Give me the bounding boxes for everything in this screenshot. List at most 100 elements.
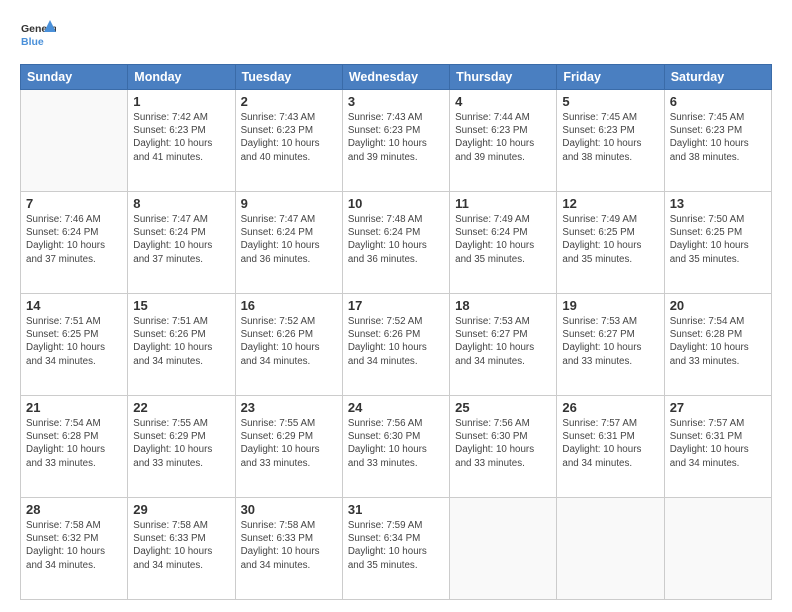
calendar-table: SundayMondayTuesdayWednesdayThursdayFrid… — [20, 64, 772, 600]
day-info: Sunrise: 7:49 AM Sunset: 6:24 PM Dayligh… — [455, 213, 551, 266]
calendar-cell: 23 Sunrise: 7:55 AM Sunset: 6:29 PM Dayli… — [235, 396, 342, 498]
day-number: 23 — [241, 400, 337, 415]
day-info: Sunrise: 7:55 AM Sunset: 6:29 PM Dayligh… — [241, 417, 337, 470]
day-info: Sunrise: 7:58 AM Sunset: 6:32 PM Dayligh… — [26, 519, 122, 572]
weekday-header-monday: Monday — [128, 65, 235, 90]
day-info: Sunrise: 7:45 AM Sunset: 6:23 PM Dayligh… — [562, 111, 658, 164]
weekday-header-saturday: Saturday — [664, 65, 771, 90]
day-number: 7 — [26, 196, 122, 211]
calendar-week-row: 7 Sunrise: 7:46 AM Sunset: 6:24 PM Daylig… — [21, 192, 772, 294]
day-number: 21 — [26, 400, 122, 415]
day-info: Sunrise: 7:51 AM Sunset: 6:25 PM Dayligh… — [26, 315, 122, 368]
day-number: 3 — [348, 94, 444, 109]
day-number: 20 — [670, 298, 766, 313]
day-info: Sunrise: 7:58 AM Sunset: 6:33 PM Dayligh… — [241, 519, 337, 572]
calendar-cell: 13 Sunrise: 7:50 AM Sunset: 6:25 PM Dayli… — [664, 192, 771, 294]
calendar-cell: 30 Sunrise: 7:58 AM Sunset: 6:33 PM Dayli… — [235, 498, 342, 600]
calendar-cell: 11 Sunrise: 7:49 AM Sunset: 6:24 PM Dayli… — [450, 192, 557, 294]
day-number: 13 — [670, 196, 766, 211]
calendar-week-row: 28 Sunrise: 7:58 AM Sunset: 6:32 PM Dayli… — [21, 498, 772, 600]
svg-text:Blue: Blue — [21, 36, 44, 48]
day-number: 27 — [670, 400, 766, 415]
calendar-cell: 18 Sunrise: 7:53 AM Sunset: 6:27 PM Dayli… — [450, 294, 557, 396]
calendar-cell: 14 Sunrise: 7:51 AM Sunset: 6:25 PM Dayli… — [21, 294, 128, 396]
day-number: 24 — [348, 400, 444, 415]
calendar-cell: 28 Sunrise: 7:58 AM Sunset: 6:32 PM Dayli… — [21, 498, 128, 600]
header: General Blue — [20, 18, 772, 54]
day-info: Sunrise: 7:54 AM Sunset: 6:28 PM Dayligh… — [670, 315, 766, 368]
day-number: 22 — [133, 400, 229, 415]
calendar-cell: 27 Sunrise: 7:57 AM Sunset: 6:31 PM Dayli… — [664, 396, 771, 498]
calendar-cell — [21, 90, 128, 192]
day-number: 11 — [455, 196, 551, 211]
day-info: Sunrise: 7:57 AM Sunset: 6:31 PM Dayligh… — [562, 417, 658, 470]
calendar-cell: 16 Sunrise: 7:52 AM Sunset: 6:26 PM Dayli… — [235, 294, 342, 396]
day-info: Sunrise: 7:48 AM Sunset: 6:24 PM Dayligh… — [348, 213, 444, 266]
day-info: Sunrise: 7:52 AM Sunset: 6:26 PM Dayligh… — [241, 315, 337, 368]
weekday-header-row: SundayMondayTuesdayWednesdayThursdayFrid… — [21, 65, 772, 90]
day-number: 26 — [562, 400, 658, 415]
day-info: Sunrise: 7:51 AM Sunset: 6:26 PM Dayligh… — [133, 315, 229, 368]
logo: General Blue — [20, 18, 56, 54]
day-info: Sunrise: 7:56 AM Sunset: 6:30 PM Dayligh… — [348, 417, 444, 470]
weekday-header-sunday: Sunday — [21, 65, 128, 90]
day-info: Sunrise: 7:47 AM Sunset: 6:24 PM Dayligh… — [241, 213, 337, 266]
day-number: 15 — [133, 298, 229, 313]
day-number: 1 — [133, 94, 229, 109]
calendar-cell: 6Sunrise: 7:45 AM Sunset: 6:23 PM Daylig… — [664, 90, 771, 192]
day-number: 25 — [455, 400, 551, 415]
calendar-cell — [450, 498, 557, 600]
day-info: Sunrise: 7:50 AM Sunset: 6:25 PM Dayligh… — [670, 213, 766, 266]
calendar-cell: 4 Sunrise: 7:44 AM Sunset: 6:23 PM Daylig… — [450, 90, 557, 192]
day-info: Sunrise: 7:55 AM Sunset: 6:29 PM Dayligh… — [133, 417, 229, 470]
calendar-cell: 8 Sunrise: 7:47 AM Sunset: 6:24 PM Daylig… — [128, 192, 235, 294]
logo-svg: General Blue — [20, 18, 56, 54]
day-info: Sunrise: 7:53 AM Sunset: 6:27 PM Dayligh… — [562, 315, 658, 368]
day-number: 28 — [26, 502, 122, 517]
day-number: 10 — [348, 196, 444, 211]
calendar-cell: 24 Sunrise: 7:56 AM Sunset: 6:30 PM Dayli… — [342, 396, 449, 498]
day-info: Sunrise: 7:57 AM Sunset: 6:31 PM Dayligh… — [670, 417, 766, 470]
day-info: Sunrise: 7:54 AM Sunset: 6:28 PM Dayligh… — [26, 417, 122, 470]
day-number: 4 — [455, 94, 551, 109]
day-number: 2 — [241, 94, 337, 109]
day-number: 12 — [562, 196, 658, 211]
day-number: 14 — [26, 298, 122, 313]
page: General Blue SundayMondayTuesdayWednesda… — [0, 0, 792, 612]
weekday-header-wednesday: Wednesday — [342, 65, 449, 90]
day-number: 5 — [562, 94, 658, 109]
day-info: Sunrise: 7:44 AM Sunset: 6:23 PM Dayligh… — [455, 111, 551, 164]
calendar-cell: 7 Sunrise: 7:46 AM Sunset: 6:24 PM Daylig… — [21, 192, 128, 294]
day-info: Sunrise: 7:47 AM Sunset: 6:24 PM Dayligh… — [133, 213, 229, 266]
day-info: Sunrise: 7:58 AM Sunset: 6:33 PM Dayligh… — [133, 519, 229, 572]
day-info: Sunrise: 7:42 AM Sunset: 6:23 PM Dayligh… — [133, 111, 229, 164]
weekday-header-thursday: Thursday — [450, 65, 557, 90]
day-number: 31 — [348, 502, 444, 517]
day-number: 8 — [133, 196, 229, 211]
day-info: Sunrise: 7:43 AM Sunset: 6:23 PM Dayligh… — [241, 111, 337, 164]
day-info: Sunrise: 7:49 AM Sunset: 6:25 PM Dayligh… — [562, 213, 658, 266]
day-number: 30 — [241, 502, 337, 517]
weekday-header-tuesday: Tuesday — [235, 65, 342, 90]
calendar-cell: 20 Sunrise: 7:54 AM Sunset: 6:28 PM Dayli… — [664, 294, 771, 396]
calendar-cell: 31 Sunrise: 7:59 AM Sunset: 6:34 PM Dayli… — [342, 498, 449, 600]
calendar-cell: 1 Sunrise: 7:42 AM Sunset: 6:23 PM Daylig… — [128, 90, 235, 192]
day-info: Sunrise: 7:53 AM Sunset: 6:27 PM Dayligh… — [455, 315, 551, 368]
day-info: Sunrise: 7:59 AM Sunset: 6:34 PM Dayligh… — [348, 519, 444, 572]
day-info: Sunrise: 7:56 AM Sunset: 6:30 PM Dayligh… — [455, 417, 551, 470]
calendar-cell: 19Sunrise: 7:53 AM Sunset: 6:27 PM Dayli… — [557, 294, 664, 396]
calendar-cell: 26 Sunrise: 7:57 AM Sunset: 6:31 PM Dayli… — [557, 396, 664, 498]
calendar-cell: 29 Sunrise: 7:58 AM Sunset: 6:33 PM Dayli… — [128, 498, 235, 600]
calendar-cell: 10 Sunrise: 7:48 AM Sunset: 6:24 PM Dayli… — [342, 192, 449, 294]
day-number: 29 — [133, 502, 229, 517]
calendar-week-row: 1 Sunrise: 7:42 AM Sunset: 6:23 PM Daylig… — [21, 90, 772, 192]
calendar-cell: 25 Sunrise: 7:56 AM Sunset: 6:30 PM Dayli… — [450, 396, 557, 498]
day-info: Sunrise: 7:46 AM Sunset: 6:24 PM Dayligh… — [26, 213, 122, 266]
calendar-cell: 5 Sunrise: 7:45 AM Sunset: 6:23 PM Daylig… — [557, 90, 664, 192]
day-number: 18 — [455, 298, 551, 313]
calendar-cell: 2 Sunrise: 7:43 AM Sunset: 6:23 PM Daylig… — [235, 90, 342, 192]
calendar-cell: 22 Sunrise: 7:55 AM Sunset: 6:29 PM Dayli… — [128, 396, 235, 498]
day-number: 9 — [241, 196, 337, 211]
calendar-cell: 17Sunrise: 7:52 AM Sunset: 6:26 PM Dayli… — [342, 294, 449, 396]
day-number: 16 — [241, 298, 337, 313]
